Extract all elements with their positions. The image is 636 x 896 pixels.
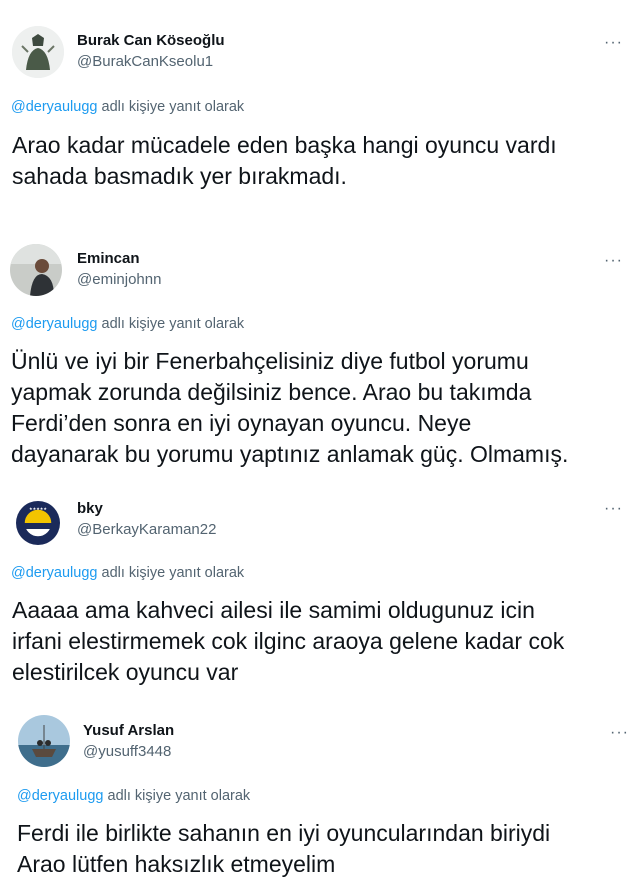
more-options-icon[interactable]: ··· bbox=[610, 725, 629, 741]
tweet: Yusuf Arslan @yusuff3448 ··· @deryaulugg… bbox=[0, 702, 636, 896]
author-name[interactable]: Yusuf Arslan bbox=[83, 722, 174, 739]
avatar-image-icon bbox=[10, 244, 62, 296]
more-options-icon[interactable]: ··· bbox=[604, 501, 623, 517]
reply-context: @deryaulugg adlı kişiye yanıt olarak bbox=[11, 99, 244, 115]
tweet-text: Ünlü ve iyi bir Fenerbahçelisiniz diye f… bbox=[11, 348, 569, 467]
more-options-icon[interactable]: ··· bbox=[604, 35, 623, 51]
reply-context-label: adlı kişiye yanıt olarak bbox=[101, 316, 245, 332]
fenerbahce-logo-icon: ★★★★★ bbox=[12, 497, 64, 549]
reply-context-label: adlı kişiye yanıt olarak bbox=[101, 565, 245, 581]
mention-link[interactable]: @deryaulugg bbox=[11, 316, 97, 332]
tweet: Burak Can Köseoğlu @BurakCanKseolu1 ··· … bbox=[0, 0, 636, 230]
avatar[interactable] bbox=[12, 26, 64, 78]
reply-context-label: adlı kişiye yanıt olarak bbox=[107, 788, 251, 804]
author-name[interactable]: Burak Can Köseoğlu bbox=[77, 32, 225, 49]
tweet: Emincan @eminjohnn ··· @deryaulugg adlı … bbox=[0, 230, 636, 490]
mention-link[interactable]: @deryaulugg bbox=[17, 788, 103, 804]
reply-context: @deryaulugg adlı kişiye yanıt olarak bbox=[11, 565, 244, 581]
tweet-text: Arao kadar mücadele eden başka hangi oyu… bbox=[12, 132, 557, 189]
reply-context: @deryaulugg adlı kişiye yanıt olarak bbox=[17, 788, 250, 804]
reply-context-label: adlı kişiye yanıt olarak bbox=[101, 99, 245, 115]
tweet-text: Ferdi ile birlikte sahanın en iyi oyuncu… bbox=[17, 820, 551, 877]
avatar[interactable] bbox=[10, 244, 62, 296]
author-handle[interactable]: @yusuff3448 bbox=[83, 743, 171, 760]
more-options-icon[interactable]: ··· bbox=[604, 253, 623, 269]
tweet: ★★★★★ bky @BerkayKaraman22 ··· @deryaulu… bbox=[0, 490, 636, 702]
author-handle[interactable]: @BurakCanKseolu1 bbox=[77, 53, 213, 70]
avatar-image-icon bbox=[18, 715, 70, 767]
author-name[interactable]: Emincan bbox=[77, 250, 140, 267]
reply-context: @deryaulugg adlı kişiye yanıt olarak bbox=[11, 316, 244, 332]
mention-link[interactable]: @deryaulugg bbox=[11, 565, 97, 581]
author-name[interactable]: bky bbox=[77, 500, 103, 517]
avatar[interactable]: ★★★★★ bbox=[12, 497, 64, 549]
avatar-image-icon bbox=[12, 26, 64, 78]
avatar[interactable] bbox=[18, 715, 70, 767]
tweet-text: Aaaaa ama kahveci ailesi ile samimi oldu… bbox=[12, 597, 565, 685]
author-handle[interactable]: @eminjohnn bbox=[77, 271, 161, 288]
mention-link[interactable]: @deryaulugg bbox=[11, 99, 97, 115]
author-handle[interactable]: @BerkayKaraman22 bbox=[77, 521, 216, 538]
svg-text:★★★★★: ★★★★★ bbox=[29, 506, 47, 511]
